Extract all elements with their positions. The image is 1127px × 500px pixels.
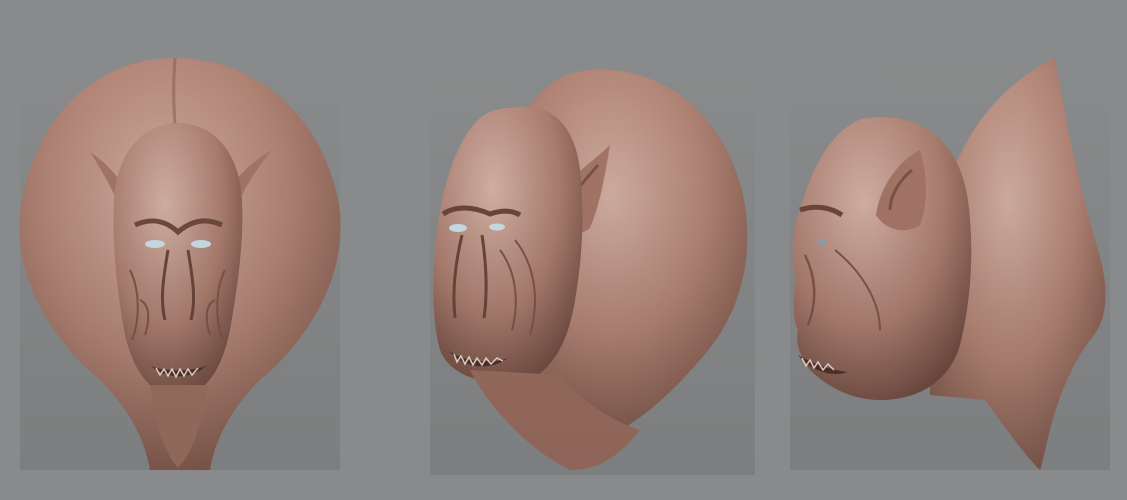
creature-head-side-view	[790, 58, 1110, 470]
sculpt-render-canvas	[0, 0, 1127, 500]
creature-head-three-quarter-view	[430, 65, 755, 475]
sculpt-render-viewport	[0, 0, 1127, 500]
creature-head-front-view	[19, 57, 341, 470]
